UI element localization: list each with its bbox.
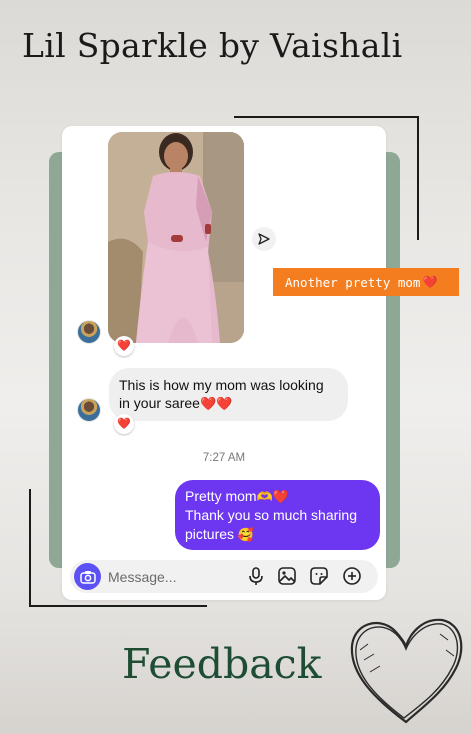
send-icon <box>258 233 270 245</box>
frame-line-top <box>234 116 419 118</box>
incoming-message-line: in your saree❤️❤️ <box>119 395 233 411</box>
add-icon[interactable] <box>342 566 362 586</box>
heart-hands-emoji: 🫶❤️ <box>256 489 289 504</box>
heart-icon: ❤️ <box>117 339 131 352</box>
outgoing-message-line: pictures 🥰 <box>185 526 255 542</box>
message-composer <box>70 560 378 593</box>
shared-photo[interactable] <box>108 132 244 343</box>
sketch-heart-icon <box>350 618 463 724</box>
frame-line-bottom <box>29 605 207 607</box>
sender-avatar[interactable] <box>77 398 101 422</box>
hearts-emoji: ❤️❤️ <box>199 396 233 411</box>
camera-icon <box>79 570 96 584</box>
incoming-message[interactable]: This is how my mom was looking in your s… <box>109 368 348 421</box>
tag-text: Another pretty mom <box>285 274 421 290</box>
message-timestamp: 7:27 AM <box>202 452 246 464</box>
incoming-message-line: This is how my mom was looking <box>119 377 324 393</box>
heart-icon: ❤️ <box>117 417 131 430</box>
photo-reaction: ❤️ <box>114 336 134 356</box>
photo-illustration <box>108 132 244 343</box>
feedback-label: Feedback <box>122 640 322 688</box>
story-title: Lil Sparkle by Vaishali <box>22 26 403 65</box>
message-input[interactable] <box>108 568 228 585</box>
frame-line-right <box>417 116 419 240</box>
camera-button[interactable] <box>74 563 101 590</box>
sticker-icon[interactable] <box>309 566 329 586</box>
frame-line-left <box>29 489 31 607</box>
microphone-icon[interactable] <box>246 566 266 586</box>
smiling-face-emoji: 🥰 <box>237 527 255 542</box>
outgoing-message-line: Pretty mom🫶❤️ <box>185 488 289 504</box>
story-tag: Another pretty mom ❤️ <box>273 268 459 296</box>
sender-avatar[interactable] <box>77 320 101 344</box>
share-button[interactable] <box>252 227 276 251</box>
gallery-icon[interactable] <box>277 566 297 586</box>
message-reaction: ❤️ <box>114 414 134 434</box>
outgoing-message[interactable]: Pretty mom🫶❤️ Thank you so much sharing … <box>175 480 380 550</box>
tag-heart-icon: ❤️ <box>422 275 438 289</box>
outgoing-message-line: Thank you so much sharing <box>185 507 357 523</box>
